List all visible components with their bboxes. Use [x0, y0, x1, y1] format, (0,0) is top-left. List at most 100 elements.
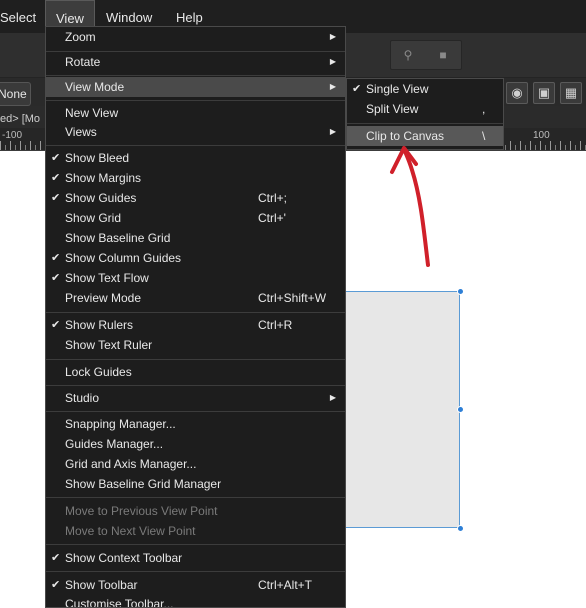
submenu-arrow-icon: ▶ — [329, 393, 336, 402]
menu-item-label: Show Baseline Grid Manager — [65, 477, 222, 491]
selection-handle[interactable] — [457, 288, 464, 295]
menu-separator — [46, 411, 345, 412]
pin-icon[interactable]: ⚲ — [391, 41, 425, 69]
menu-item-zoom[interactable]: Zoom ▶ — [46, 27, 345, 47]
menu-item-show-column-guides[interactable]: ✔ Show Column Guides — [46, 248, 345, 268]
menu-item-view-mode[interactable]: View Mode ▶ — [46, 77, 345, 97]
menu-item-label: Guides Manager... — [65, 437, 164, 451]
menu-item-show-text-ruler[interactable]: Show Text Ruler — [46, 335, 345, 355]
menu-item-customise-toolbar[interactable]: Customise Toolbar... — [46, 594, 345, 608]
menu-item-new-view[interactable]: New View — [46, 103, 345, 123]
menu-separator — [347, 123, 503, 124]
menu-item-show-grid[interactable]: Show Grid Ctrl+' — [46, 208, 345, 228]
menu-item-previous-view-point: Move to Previous View Point — [46, 501, 345, 521]
menu-item-next-view-point: Move to Next View Point — [46, 521, 345, 541]
checkmark-icon: ✔ — [51, 552, 61, 564]
transform-icon[interactable]: ▦ — [560, 82, 582, 104]
submenu-arrow-icon: ▶ — [329, 32, 336, 41]
checkmark-icon: ✔ — [51, 172, 61, 184]
menu-item-label: Move to Previous View Point — [65, 504, 218, 518]
menu-item-show-toolbar[interactable]: ✔ Show Toolbar Ctrl+Alt+T — [46, 575, 345, 595]
shortcut-text: Ctrl+' — [258, 211, 286, 225]
menu-item-show-baseline-grid[interactable]: Show Baseline Grid — [46, 228, 345, 248]
checkmark-icon: ✔ — [51, 152, 61, 164]
checkmark-icon: ✔ — [352, 83, 362, 95]
menu-item-label: Rotate — [65, 55, 101, 69]
checkmark-icon: ✔ — [51, 319, 61, 331]
selected-rectangle[interactable] — [340, 291, 460, 528]
submenu-item-clip-to-canvas[interactable]: Clip to Canvas \ — [347, 126, 503, 146]
submenu-arrow-icon: ▶ — [329, 57, 336, 66]
menu-item-snapping-manager[interactable]: Snapping Manager... — [46, 414, 345, 434]
checkmark-icon: ✔ — [51, 272, 61, 284]
menu-separator — [46, 145, 345, 146]
menu-item-label: Show Grid — [65, 211, 122, 225]
menu-item-show-guides[interactable]: ✔ Show Guides Ctrl+; — [46, 188, 345, 208]
none-dropdown[interactable]: None — [0, 82, 31, 106]
menu-item-label: Grid and Axis Manager... — [65, 457, 197, 471]
menu-item-label: Customise Toolbar... — [65, 597, 174, 608]
menu-separator — [46, 359, 345, 360]
menu-item-label: Show Column Guides — [65, 251, 182, 265]
menu-item-label: New View — [65, 106, 119, 120]
square-icon[interactable]: ■ — [426, 41, 460, 69]
shortcut-text: , — [482, 102, 486, 116]
menu-item-label: Show Margins — [65, 171, 142, 185]
menu-separator — [46, 75, 345, 76]
menu-item-label: Show Context Toolbar — [65, 551, 183, 565]
shortcut-text: Ctrl+Shift+W — [258, 291, 327, 305]
menu-item-label: Show Text Ruler — [65, 338, 153, 352]
menu-separator — [46, 571, 345, 572]
menu-item-lock-guides[interactable]: Lock Guides — [46, 362, 345, 382]
submenu-item-label: Split View — [366, 102, 419, 116]
submenu-arrow-icon: ▶ — [329, 127, 336, 136]
ruler-label: -100 — [2, 130, 23, 141]
selection-handle[interactable] — [457, 525, 464, 532]
menu-select[interactable]: Select — [0, 0, 36, 33]
menu-item-preview-mode[interactable]: Preview Mode Ctrl+Shift+W — [46, 288, 345, 308]
ruler-label: 100 — [533, 130, 550, 141]
menu-item-label: View Mode — [65, 80, 125, 94]
submenu-arrow-icon: ▶ — [329, 82, 336, 91]
menu-item-label: Zoom — [65, 30, 96, 44]
menu-item-show-margins[interactable]: ✔ Show Margins — [46, 168, 345, 188]
submenu-item-label: Single View — [366, 82, 429, 96]
view-menu-dropdown: Zoom ▶ Rotate ▶ View Mode ▶ New View Views ▶… — [45, 26, 346, 608]
menu-item-show-text-flow[interactable]: ✔ Show Text Flow — [46, 268, 345, 288]
submenu-item-single-view[interactable]: ✔ Single View — [347, 79, 503, 99]
checkmark-icon: ✔ — [51, 579, 61, 591]
eye-icon[interactable]: ◉ — [506, 82, 528, 104]
menu-item-label: Studio — [65, 391, 100, 405]
menu-item-show-rulers[interactable]: ✔ Show Rulers Ctrl+R — [46, 315, 345, 335]
menu-separator — [46, 497, 345, 498]
checkmark-icon: ✔ — [51, 192, 61, 204]
menu-item-label: Lock Guides — [65, 365, 132, 379]
checkmark-icon: ✔ — [51, 252, 61, 264]
menu-item-guides-manager[interactable]: Guides Manager... — [46, 434, 345, 454]
menu-item-views[interactable]: Views ▶ — [46, 122, 345, 142]
submenu-item-split-view[interactable]: Split View, — [347, 99, 503, 119]
shortcut-text: Ctrl+R — [258, 318, 293, 332]
menu-item-label: Show Text Flow — [65, 271, 149, 285]
menu-item-rotate[interactable]: Rotate ▶ — [46, 52, 345, 72]
submenu-item-label: Clip to Canvas — [366, 129, 445, 143]
menu-item-show-bleed[interactable]: ✔ Show Bleed — [46, 148, 345, 168]
shortcut-text: Ctrl+Alt+T — [258, 578, 313, 592]
menu-item-studio[interactable]: Studio ▶ — [46, 388, 345, 408]
menu-item-label: Snapping Manager... — [65, 417, 176, 431]
menu-item-label: Show Bleed — [65, 151, 130, 165]
menu-separator — [46, 385, 345, 386]
align-center-icon[interactable]: ▣ — [533, 82, 555, 104]
menu-item-grid-axis-manager[interactable]: Grid and Axis Manager... — [46, 454, 345, 474]
selection-handle[interactable] — [457, 406, 464, 413]
menu-item-label: Preview Mode — [65, 291, 142, 305]
menu-item-label: Show Guides — [65, 191, 137, 205]
menu-item-baseline-grid-manager[interactable]: Show Baseline Grid Manager — [46, 474, 345, 494]
view-mode-submenu: ✔ Single View Split View, Clip to Canvas \ — [346, 78, 504, 150]
menu-separator — [46, 312, 345, 313]
menu-item-show-context-toolbar[interactable]: ✔ Show Context Toolbar — [46, 548, 345, 568]
menu-item-label: Show Rulers — [65, 318, 134, 332]
toolbar-button-group: ⚲ ■ — [390, 40, 462, 70]
menu-separator — [46, 100, 345, 101]
menu-item-label: Move to Next View Point — [65, 524, 196, 538]
